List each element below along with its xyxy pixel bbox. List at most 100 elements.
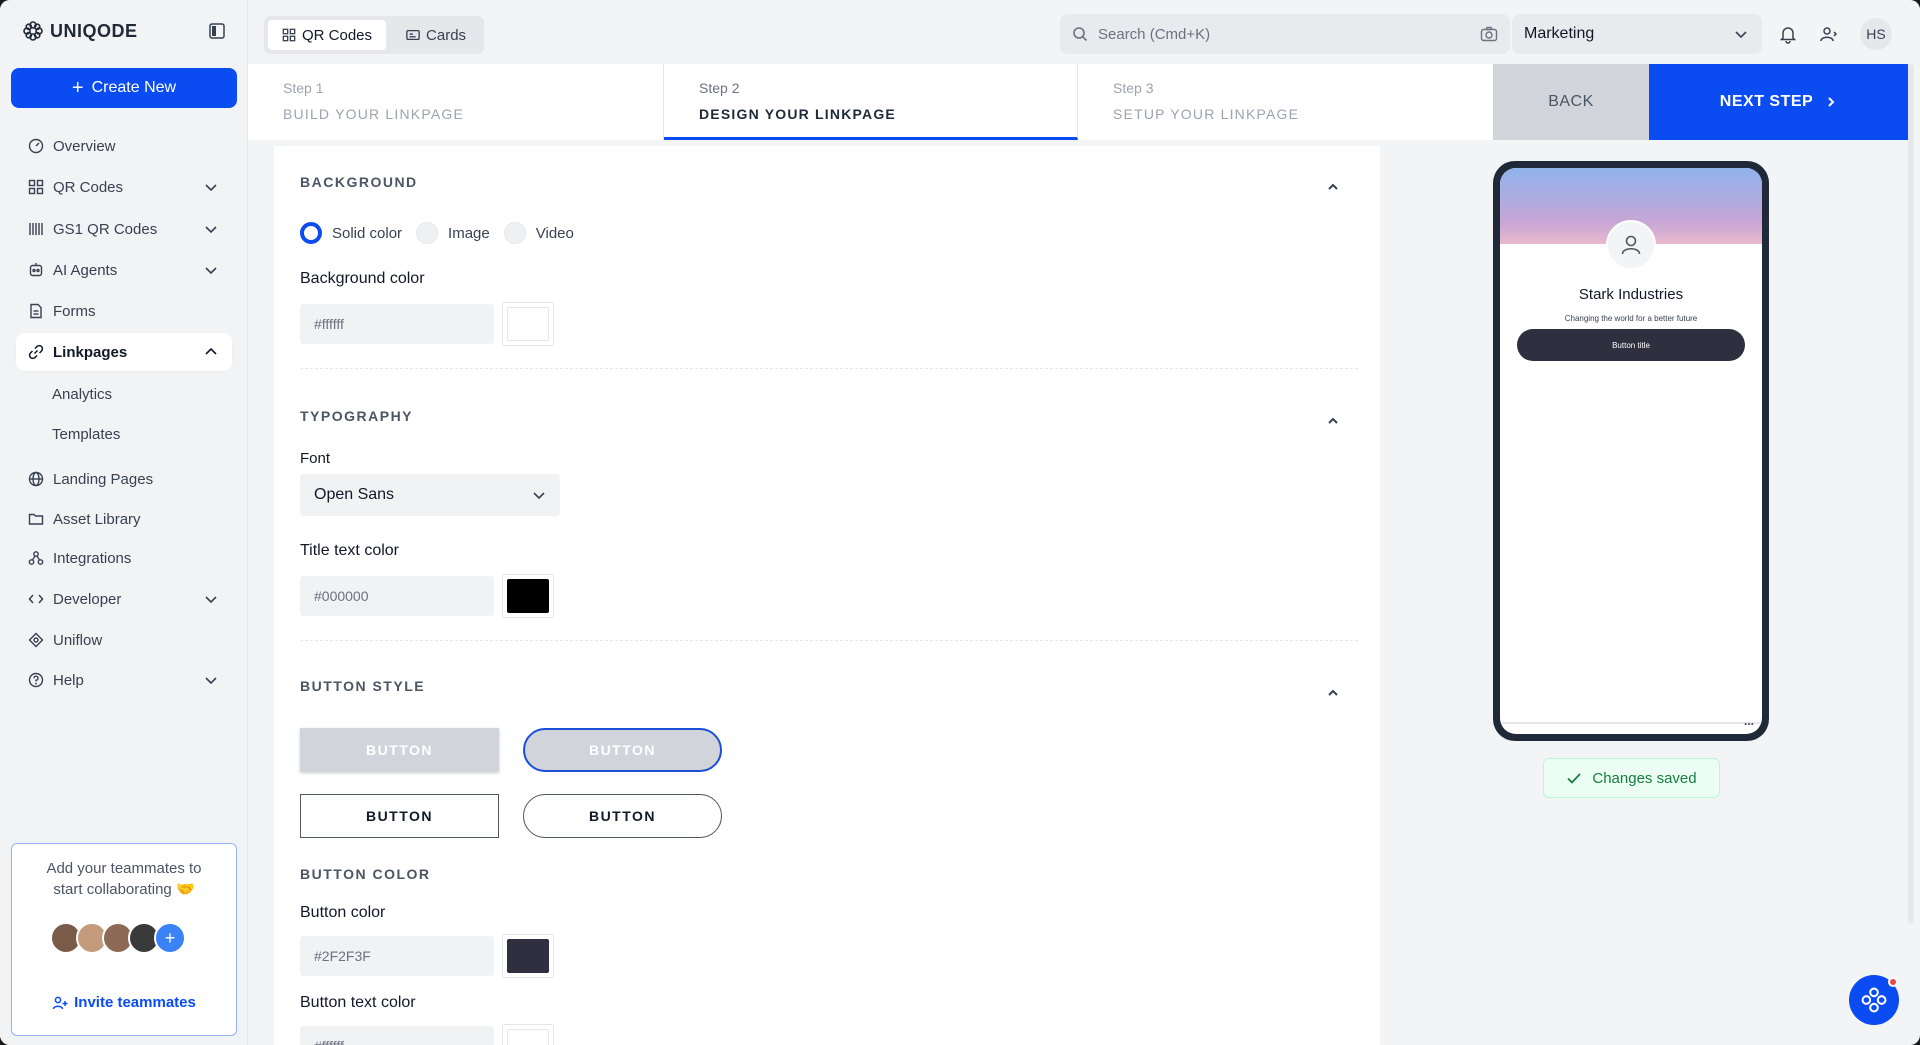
sidebar-item-asset-library[interactable]: Asset Library: [16, 500, 232, 538]
sidebar-item-help[interactable]: Help: [16, 661, 232, 699]
step-2[interactable]: Step 2 DESIGN YOUR LINKPAGE: [664, 64, 1078, 140]
collapse-icon[interactable]: [1326, 180, 1340, 194]
invite-teammates-button[interactable]: Invite teammates: [12, 994, 236, 1011]
sidebar-item-integrations[interactable]: Integrations: [16, 539, 232, 577]
sidebar-item-overview[interactable]: Overview: [16, 127, 232, 165]
tab-cards[interactable]: Cards: [392, 20, 480, 50]
collapse-icon[interactable]: [1326, 686, 1340, 700]
chevron-down-icon[interactable]: [204, 592, 218, 606]
sidebar-item-ai-agents[interactable]: AI Agents: [16, 251, 232, 289]
title-text-color-swatch[interactable]: [502, 574, 554, 618]
sidebar-subitem-templates[interactable]: Templates: [52, 426, 120, 443]
step-1[interactable]: Step 1 BUILD YOUR LINKPAGE: [248, 64, 664, 140]
app-window: UNIQODE + Create New Overview QR Codes G…: [0, 0, 1920, 1045]
phone-preview: Stark Industries Changing the world for …: [1493, 161, 1769, 741]
sidebar-item-label: QR Codes: [53, 178, 124, 196]
user-avatar[interactable]: HS: [1860, 18, 1892, 50]
preview-button: Button title: [1517, 329, 1745, 361]
sidebar-item-developer[interactable]: Developer: [16, 580, 232, 618]
font-select-value: Open Sans: [314, 486, 395, 503]
preview-bottom-divider: [1500, 722, 1762, 724]
button-text-color-input[interactable]: #ffffff: [300, 1026, 494, 1045]
sidebar-item-label: Integrations: [53, 549, 132, 567]
title-text-color-input[interactable]: #000000: [300, 576, 494, 616]
button-color-input[interactable]: #2F2F3F: [300, 936, 494, 976]
sidebar-item-gs1-qr-codes[interactable]: GS1 QR Codes: [16, 210, 232, 248]
preview-tagline: Changing the world for a better future: [1564, 314, 1698, 323]
logo-text: UNIQODE: [50, 20, 138, 41]
title-text-color-label: Title text color: [300, 542, 399, 559]
tab-qr-codes[interactable]: QR Codes: [268, 20, 387, 50]
invite-text-line-1: Add your teammates to: [46, 860, 202, 877]
camera-icon[interactable]: [1480, 25, 1498, 43]
phone-screen: Stark Industries Changing the world for …: [1500, 168, 1762, 734]
search-icon: [1073, 27, 1088, 42]
button-style-filled-rounded[interactable]: BUTTON: [523, 728, 722, 772]
sidebar-item-qr-codes[interactable]: QR Codes: [16, 168, 232, 206]
sidebar: UNIQODE + Create New Overview QR Codes G…: [0, 0, 248, 1045]
step-3[interactable]: Step 3 SETUP YOUR LINKPAGE: [1078, 64, 1493, 140]
step-number: Step 3: [1113, 80, 1154, 96]
sidebar-item-label: GS1 QR Codes: [53, 220, 158, 238]
scrollbar[interactable]: [1908, 64, 1914, 924]
radio-video[interactable]: [503, 222, 526, 244]
sidebar-item-uniflow[interactable]: Uniflow: [16, 621, 232, 659]
create-new-button[interactable]: + Create New: [11, 68, 237, 108]
workspace-select[interactable]: Marketing: [1512, 14, 1762, 54]
step-title: BUILD YOUR LINKPAGE: [283, 106, 464, 122]
logo[interactable]: UNIQODE: [22, 20, 138, 42]
user-switch-icon[interactable]: [1819, 24, 1839, 44]
button-text-color-label: Button text color: [300, 994, 416, 1011]
font-select[interactable]: Open Sans: [300, 474, 560, 516]
notification-dot: [1888, 977, 1898, 987]
step-title: DESIGN YOUR LINKPAGE: [699, 106, 896, 122]
sidebar-item-landing-pages[interactable]: Landing Pages: [16, 460, 232, 498]
step-number: Step 2: [699, 80, 740, 96]
chevron-down-icon: [1735, 31, 1747, 39]
button-style-outline-rounded[interactable]: BUTTON: [523, 794, 722, 838]
code-icon: [28, 594, 44, 604]
sidebar-item-label: Asset Library: [53, 510, 141, 528]
chevron-up-icon[interactable]: [204, 345, 218, 359]
button-color-label: Button color: [300, 904, 386, 921]
sidebar-item-linkpages[interactable]: Linkpages: [16, 333, 232, 371]
create-new-label: Create New: [91, 79, 177, 96]
button-color-swatch[interactable]: [502, 934, 554, 978]
chevron-down-icon[interactable]: [204, 263, 218, 277]
product-tabs: QR Codes Cards: [264, 16, 485, 54]
search-placeholder: Search (Cmd+K): [1098, 25, 1211, 43]
background-color-swatch[interactable]: [502, 302, 554, 346]
radio-solid-color[interactable]: [300, 222, 322, 244]
chevron-down-icon[interactable]: [204, 222, 218, 236]
next-step-label: NEXT STEP: [1719, 93, 1814, 110]
preview-more-icon: ...: [1743, 714, 1754, 728]
collapse-icon[interactable]: [1326, 414, 1340, 428]
add-teammate-icon[interactable]: +: [154, 922, 186, 954]
uniqode-logo-icon: [23, 21, 43, 41]
button-style-filled-square[interactable]: BUTTON: [300, 728, 499, 772]
section-divider: [300, 640, 1358, 641]
preview-title: Stark Industries: [1578, 286, 1684, 303]
sidebar-item-forms[interactable]: Forms: [16, 292, 232, 330]
chevron-down-icon[interactable]: [204, 673, 218, 687]
changes-saved-badge: Changes saved: [1543, 758, 1720, 798]
next-step-button[interactable]: NEXT STEP: [1649, 64, 1908, 140]
check-icon: [1567, 773, 1582, 784]
design-panel: BACKGROUND Solid color Image Video Backg…: [274, 146, 1380, 1045]
sidebar-collapse-icon[interactable]: [208, 22, 228, 42]
background-color-input[interactable]: #ffffff: [300, 304, 494, 344]
chevron-down-icon[interactable]: [204, 180, 218, 194]
back-button[interactable]: BACK: [1493, 64, 1649, 140]
button-text-color-swatch[interactable]: [502, 1024, 554, 1045]
button-style-outline-square[interactable]: BUTTON: [300, 794, 499, 838]
section-title-button-color: BUTTON COLOR: [300, 866, 431, 882]
sidebar-subitem-analytics[interactable]: Analytics: [52, 386, 112, 403]
search-input[interactable]: Search (Cmd+K): [1060, 14, 1510, 54]
sidebar-item-label: Help: [53, 671, 84, 689]
radio-image[interactable]: [416, 222, 439, 244]
sidebar-item-label: Linkpages: [53, 343, 128, 361]
link-icon: [28, 344, 44, 360]
tab-label: Cards: [426, 26, 467, 44]
barcode-icon: [29, 223, 43, 235]
bell-icon[interactable]: [1778, 24, 1798, 44]
